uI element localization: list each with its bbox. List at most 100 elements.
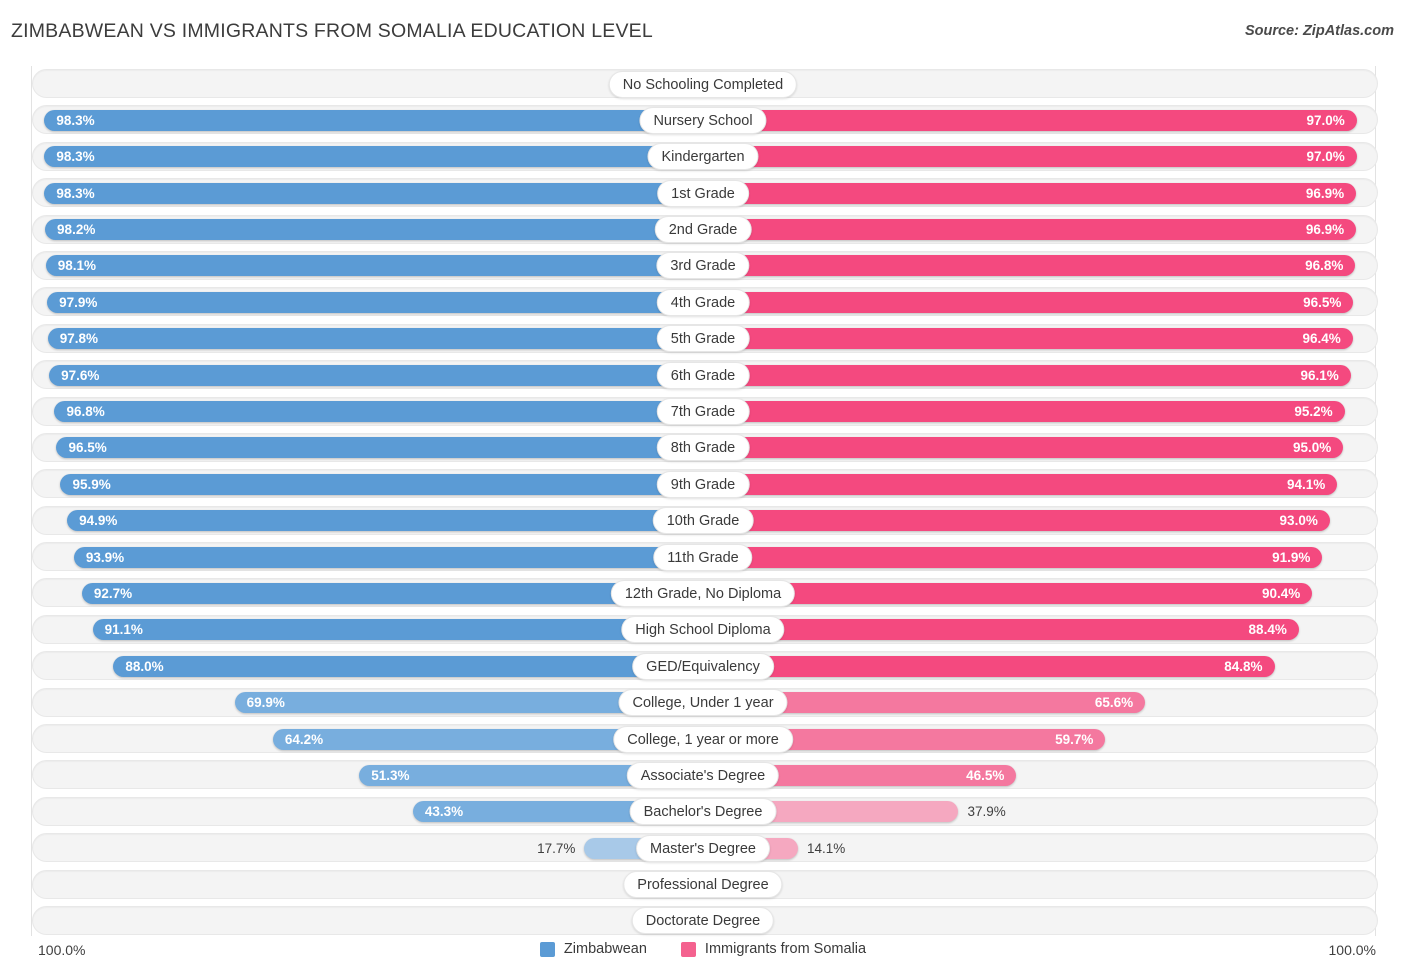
row-bars: 94.9% 93.0% 10th Grade: [0, 503, 1406, 539]
category-label[interactable]: 11th Grade: [653, 543, 753, 571]
category-label[interactable]: 7th Grade: [656, 398, 750, 426]
bar-value-immigrants-from-somalia: 37.9%: [967, 804, 1006, 820]
chart-row: 92.7% 90.4% 12th Grade, No Diploma: [0, 575, 1406, 611]
bar-value-zimbabwean: 98.3%: [56, 185, 95, 201]
bar-zimbabwean[interactable]: [73, 546, 703, 568]
chart-row: 98.3% 97.0% Nursery School: [0, 102, 1406, 138]
row-bars: 98.3% 96.9% 1st Grade: [0, 175, 1406, 211]
category-label[interactable]: 3rd Grade: [656, 252, 750, 280]
bar-value-zimbabwean: 64.2%: [284, 731, 324, 747]
category-label[interactable]: High School Diploma: [621, 616, 785, 644]
category-label[interactable]: 4th Grade: [656, 288, 750, 316]
category-label[interactable]: GED/Equivalency: [632, 652, 774, 680]
bar-immigrants-from-somalia[interactable]: [703, 219, 1357, 241]
bar-value-immigrants-from-somalia: 97.0%: [1306, 112, 1345, 128]
bar-value-immigrants-from-somalia: 95.2%: [1294, 404, 1333, 420]
bar-value-zimbabwean: 93.9%: [85, 549, 125, 565]
category-label[interactable]: No Schooling Completed: [608, 70, 798, 98]
chart-row: 96.8% 95.2% 7th Grade: [0, 394, 1406, 430]
bar-value-immigrants-from-somalia: 96.8%: [1305, 258, 1344, 274]
category-label[interactable]: 12th Grade, No Diploma: [610, 579, 796, 607]
chart-row: 1.7%3.0%No Schooling Completed: [0, 66, 1406, 102]
bar-value-zimbabwean: 91.1%: [104, 622, 143, 638]
category-label[interactable]: College, Under 1 year: [618, 689, 788, 717]
row-bars: 98.2% 96.9% 2nd Grade: [0, 212, 1406, 248]
bar-immigrants-from-somalia[interactable]: [703, 291, 1354, 313]
row-bars: 88.0% 84.8% GED/Equivalency: [0, 648, 1406, 684]
category-label[interactable]: Master's Degree: [636, 834, 770, 862]
chart-row: 43.3% 37.9% Bachelor's Degree: [0, 794, 1406, 830]
bar-value-zimbabwean: 94.9%: [79, 513, 118, 529]
bar-immigrants-from-somalia[interactable]: [703, 473, 1338, 495]
bar-immigrants-from-somalia[interactable]: [703, 364, 1351, 386]
bar-value-immigrants-from-somalia: 88.4%: [1248, 622, 1287, 638]
bar-immigrants-from-somalia[interactable]: [703, 255, 1356, 277]
bar-immigrants-from-somalia[interactable]: [703, 401, 1345, 423]
bar-immigrants-from-somalia[interactable]: [703, 328, 1353, 350]
row-bars: 5.2%4.1%Professional Degree: [0, 867, 1406, 903]
bar-zimbabwean[interactable]: [45, 219, 703, 241]
bar-immigrants-from-somalia[interactable]: [703, 182, 1357, 204]
chart-row: 88.0% 84.8% GED/Equivalency: [0, 648, 1406, 684]
bar-zimbabwean[interactable]: [44, 109, 703, 131]
bar-value-immigrants-from-somalia: 97.0%: [1306, 149, 1345, 165]
category-label[interactable]: Bachelor's Degree: [629, 798, 777, 826]
bar-immigrants-from-somalia[interactable]: [703, 109, 1357, 131]
legend-item-immigrants-from-somalia[interactable]: Immigrants from Somalia: [680, 941, 866, 957]
bar-zimbabwean[interactable]: [67, 510, 703, 532]
chart-row: 98.3% 96.9% 1st Grade: [0, 175, 1406, 211]
bar-zimbabwean[interactable]: [47, 291, 703, 313]
category-label[interactable]: Doctorate Degree: [631, 907, 775, 935]
category-label[interactable]: 6th Grade: [656, 361, 750, 389]
bar-zimbabwean[interactable]: [47, 328, 703, 350]
row-bars: 97.8% 96.4% 5th Grade: [0, 321, 1406, 357]
legend-item-zimbabwean[interactable]: Zimbabwean: [539, 941, 647, 957]
bar-value-immigrants-from-somalia: 46.5%: [966, 767, 1005, 783]
bar-immigrants-from-somalia[interactable]: [703, 146, 1357, 168]
category-label[interactable]: Kindergarten: [647, 143, 759, 171]
bar-zimbabwean[interactable]: [60, 473, 703, 495]
category-label[interactable]: Professional Degree: [623, 871, 783, 899]
chart-row: 64.2% 59.7% College, 1 year or more: [0, 721, 1406, 757]
chart-row: 96.5% 95.0% 8th Grade: [0, 430, 1406, 466]
chart-row: 97.8% 96.4% 5th Grade: [0, 321, 1406, 357]
row-bars: 92.7% 90.4% 12th Grade, No Diploma: [0, 575, 1406, 611]
category-label[interactable]: College, 1 year or more: [613, 725, 793, 753]
bar-immigrants-from-somalia[interactable]: [703, 546, 1323, 568]
bar-zimbabwean[interactable]: [49, 364, 703, 386]
bar-value-immigrants-from-somalia: 94.1%: [1286, 476, 1326, 492]
bar-value-zimbabwean: 43.3%: [424, 804, 464, 820]
bar-immigrants-from-somalia[interactable]: [703, 655, 1275, 677]
row-bars: 17.7% 14.1% Master's Degree: [0, 830, 1406, 866]
bar-value-immigrants-from-somalia: 90.4%: [1262, 585, 1301, 601]
bar-zimbabwean[interactable]: [92, 619, 703, 641]
row-bars: 95.9% 94.1% 9th Grade: [0, 466, 1406, 502]
bar-immigrants-from-somalia[interactable]: [703, 437, 1344, 459]
row-bars: 2.3%1.8%Doctorate Degree: [0, 903, 1406, 939]
row-bars: 64.2% 59.7% College, 1 year or more: [0, 721, 1406, 757]
chart-row: 17.7% 14.1% Master's Degree: [0, 830, 1406, 866]
bar-immigrants-from-somalia[interactable]: [703, 619, 1299, 641]
bar-value-immigrants-from-somalia: 65.6%: [1094, 695, 1134, 711]
category-label[interactable]: 9th Grade: [656, 470, 750, 498]
bar-value-immigrants-from-somalia: 14.1%: [807, 840, 846, 856]
category-label[interactable]: 1st Grade: [657, 179, 749, 207]
category-label[interactable]: Nursery School: [639, 106, 767, 134]
bar-zimbabwean[interactable]: [45, 255, 703, 277]
category-label[interactable]: 2nd Grade: [654, 216, 752, 244]
bar-zimbabwean[interactable]: [44, 146, 703, 168]
legend-swatch-zimbabwean: [539, 941, 555, 957]
category-label[interactable]: Associate's Degree: [626, 761, 780, 789]
category-label[interactable]: 8th Grade: [656, 434, 750, 462]
bar-zimbabwean[interactable]: [81, 582, 703, 604]
bar-zimbabwean[interactable]: [56, 437, 703, 459]
page-title: ZIMBABWEAN VS IMMIGRANTS FROM SOMALIA ED…: [11, 20, 653, 42]
bar-immigrants-from-somalia[interactable]: [703, 510, 1330, 532]
bar-value-zimbabwean: 98.3%: [56, 112, 95, 128]
bar-zimbabwean[interactable]: [113, 655, 703, 677]
category-label[interactable]: 10th Grade: [652, 507, 754, 535]
row-bars: 97.6% 96.1% 6th Grade: [0, 357, 1406, 393]
bar-zimbabwean[interactable]: [54, 401, 703, 423]
category-label[interactable]: 5th Grade: [656, 325, 750, 353]
bar-zimbabwean[interactable]: [44, 182, 703, 204]
